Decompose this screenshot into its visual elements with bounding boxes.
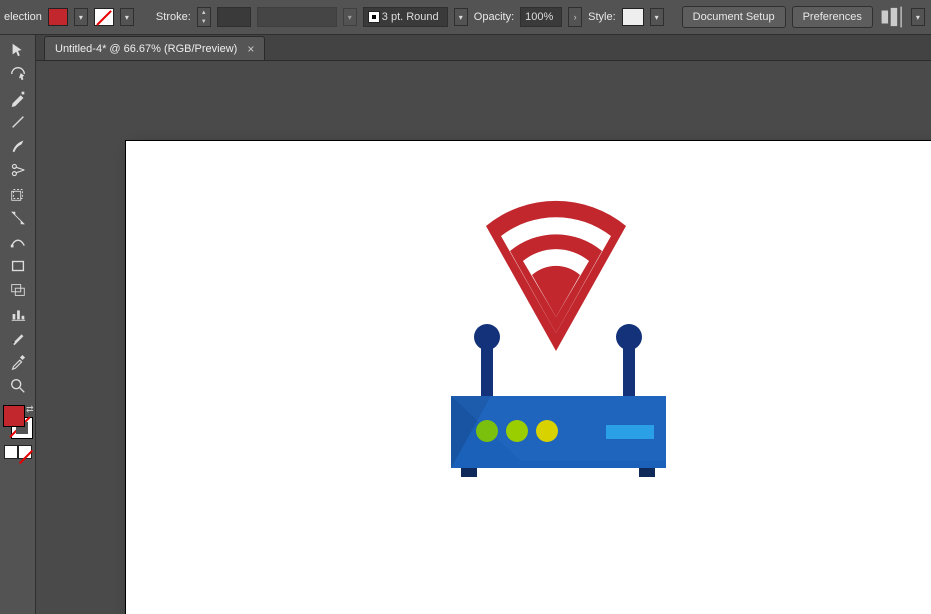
options-bar: election ▾ ▾ Stroke: ▲▼ ▾ 3 pt. Round ▾ …	[0, 0, 931, 35]
stroke-swatch[interactable]	[94, 8, 114, 26]
artwork-router[interactable]	[431, 181, 681, 516]
direct-selection-tool-icon[interactable]	[4, 63, 32, 85]
scissors-tool-icon[interactable]	[4, 159, 32, 181]
router-antenna-left-icon	[474, 324, 500, 401]
brush-tool-icon[interactable]	[4, 135, 32, 157]
router-body-icon	[451, 396, 666, 477]
eyedropper-tool-icon[interactable]	[4, 351, 32, 373]
close-tab-icon[interactable]: ×	[247, 42, 254, 56]
brush-icon	[368, 11, 380, 23]
color-mode-row	[4, 445, 32, 459]
rectangle-tool-icon[interactable]	[4, 255, 32, 277]
document-tab-strip: Untitled-4* @ 66.67% (RGB/Preview) ×	[36, 35, 931, 61]
selection-tool-icon[interactable]	[4, 39, 32, 61]
stroke-label: Stroke:	[156, 11, 191, 23]
slice-tool-icon[interactable]	[4, 327, 32, 349]
stroke-dropdown-icon[interactable]: ▾	[120, 8, 134, 26]
fill-swatch[interactable]	[48, 8, 68, 26]
document-setup-label: Document Setup	[693, 11, 775, 23]
active-tool-label: election	[4, 11, 42, 23]
color-mode-icon[interactable]	[4, 445, 18, 459]
variable-width-profile[interactable]	[257, 7, 337, 27]
artboard[interactable]	[126, 141, 931, 614]
width-tool-icon[interactable]	[4, 207, 32, 229]
free-transform-tool-icon[interactable]	[4, 231, 32, 253]
preferences-button[interactable]: Preferences	[792, 6, 873, 28]
fill-indicator-icon[interactable]	[3, 405, 25, 427]
swap-fill-stroke-icon[interactable]: ⇄	[26, 404, 34, 415]
none-mode-icon[interactable]	[18, 445, 32, 459]
column-graph-tool-icon[interactable]	[4, 303, 32, 325]
artboard-tool-icon[interactable]	[4, 279, 32, 301]
stroke-weight-stepper[interactable]: ▲▼	[197, 7, 211, 27]
opacity-label: Opacity:	[474, 11, 514, 23]
opacity-field[interactable]: 100%	[520, 7, 562, 27]
zoom-tool-icon[interactable]	[4, 375, 32, 397]
align-dropdown-icon[interactable]: ▾	[911, 8, 925, 26]
style-label: Style:	[588, 11, 616, 23]
align-panel-icon[interactable]	[879, 7, 905, 27]
wifi-signal-icon	[486, 201, 626, 351]
canvas-area[interactable]	[36, 61, 931, 614]
brush-dropdown-icon[interactable]: ▾	[454, 8, 468, 26]
tools-panel: ⇄	[0, 35, 36, 614]
stroke-weight-field[interactable]	[217, 7, 251, 27]
line-tool-icon[interactable]	[4, 111, 32, 133]
preferences-label: Preferences	[803, 11, 862, 23]
fill-stroke-indicator[interactable]: ⇄	[3, 405, 33, 439]
document-setup-button[interactable]: Document Setup	[682, 6, 786, 28]
document-tab[interactable]: Untitled-4* @ 66.67% (RGB/Preview) ×	[44, 36, 265, 60]
variable-width-dropdown-icon[interactable]: ▾	[343, 8, 357, 26]
opacity-value: 100%	[525, 11, 553, 23]
pen-tool-icon[interactable]	[4, 87, 32, 109]
graphic-style-swatch[interactable]	[622, 8, 644, 26]
rotate-tool-icon[interactable]	[4, 183, 32, 205]
brush-definition-label: 3 pt. Round	[382, 11, 439, 23]
brush-definition-field[interactable]: 3 pt. Round	[363, 7, 448, 27]
document-tab-title: Untitled-4* @ 66.67% (RGB/Preview)	[55, 43, 237, 55]
opacity-popup-icon[interactable]: ›	[568, 7, 582, 27]
style-dropdown-icon[interactable]: ▾	[650, 8, 664, 26]
fill-dropdown-icon[interactable]: ▾	[74, 8, 88, 26]
router-antenna-right-icon	[616, 324, 642, 401]
